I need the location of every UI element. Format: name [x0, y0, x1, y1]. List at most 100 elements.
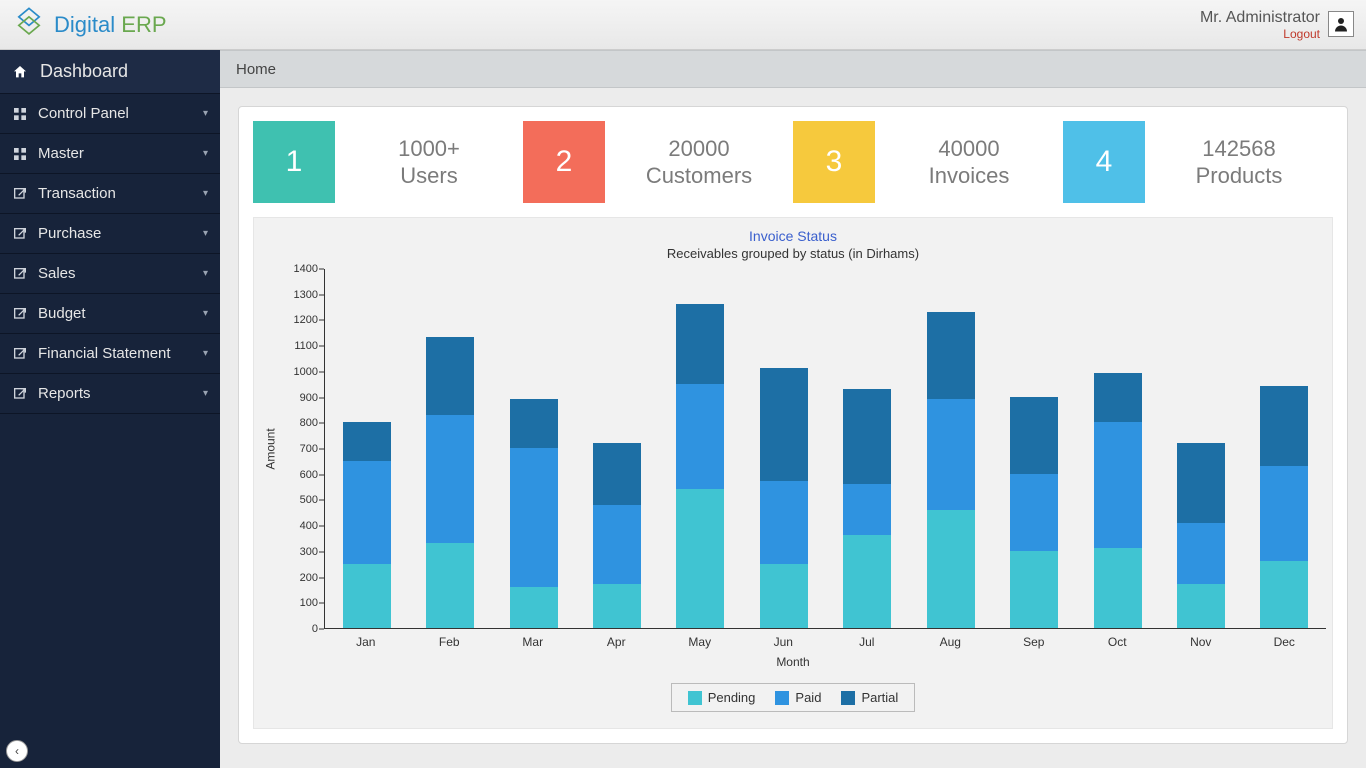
xtick: Nov: [1159, 629, 1243, 649]
bar-segment-partial: [760, 368, 808, 481]
ytick: 300: [300, 546, 318, 558]
ytick: 0: [312, 623, 318, 635]
bar-sep[interactable]: [992, 269, 1075, 628]
bar-apr[interactable]: [575, 269, 658, 628]
bar-aug[interactable]: [909, 269, 992, 628]
main: Home 11000+Users220000Customers340000Inv…: [220, 50, 1366, 768]
sidebar-item-label: Sales: [38, 265, 76, 282]
sidebar-item-label: Reports: [38, 385, 91, 402]
bar-feb[interactable]: [408, 269, 491, 628]
legend-partial[interactable]: Partial: [841, 690, 898, 705]
external-link-icon: [12, 186, 28, 202]
stat-text: 40000Invoices: [875, 135, 1063, 190]
sidebar-item-label: Control Panel: [38, 105, 129, 122]
chart-xlabel: Month: [260, 655, 1326, 669]
legend-pending[interactable]: Pending: [688, 690, 756, 705]
xtick: Jun: [742, 629, 826, 649]
ytick: 800: [300, 417, 318, 429]
bar-segment-pending: [1177, 584, 1225, 628]
grid-icon: [12, 106, 28, 122]
chart-legend: Pending Paid Partial: [671, 683, 916, 712]
user-area: Mr. Administrator Logout: [1200, 8, 1354, 42]
sidebar-item-purchase[interactable]: Purchase ▾: [0, 214, 220, 254]
avatar[interactable]: [1328, 11, 1354, 37]
stat-number-box: 1: [253, 121, 335, 203]
xtick: Oct: [1076, 629, 1160, 649]
collapse-sidebar-button[interactable]: ‹: [6, 740, 28, 762]
stat-card-customers[interactable]: 220000Customers: [523, 121, 793, 203]
bar-jan[interactable]: [325, 269, 408, 628]
external-link-icon: [12, 266, 28, 282]
sidebar: Dashboard Control Panel ▾ Master ▾ Transacti…: [0, 50, 220, 768]
xtick: Jul: [825, 629, 909, 649]
sidebar-item-sales[interactable]: Sales▾: [0, 254, 220, 294]
ytick: 1100: [294, 340, 318, 352]
chevron-down-icon: ▾: [203, 388, 208, 399]
bar-segment-paid: [1260, 466, 1308, 561]
ytick: 900: [300, 392, 318, 404]
bar-segment-paid: [676, 384, 724, 489]
stat-text: 20000Customers: [605, 135, 793, 190]
bar-segment-paid: [593, 505, 641, 585]
stat-card-users[interactable]: 11000+Users: [253, 121, 523, 203]
chart-plot: [324, 269, 1326, 629]
sidebar-item-label: Master: [38, 145, 84, 162]
bar-segment-pending: [1260, 561, 1308, 628]
brand[interactable]: Digital ERP: [12, 5, 167, 44]
bar-segment-paid: [1010, 474, 1058, 551]
ytick: 400: [300, 520, 318, 532]
bar-segment-pending: [426, 543, 474, 628]
bar-segment-paid: [927, 399, 975, 510]
chevron-down-icon: ▾: [203, 228, 208, 239]
chevron-down-icon: ▾: [203, 148, 208, 159]
sidebar-item-label: Financial Statement: [38, 345, 171, 362]
grid-icon: [12, 146, 28, 162]
ytick: 1000: [294, 366, 318, 378]
bar-mar[interactable]: [492, 269, 575, 628]
bar-segment-partial: [1260, 386, 1308, 466]
sidebar-item-budget[interactable]: Budget▾: [0, 294, 220, 334]
ytick: 600: [300, 469, 318, 481]
stat-number-box: 2: [523, 121, 605, 203]
logout-link[interactable]: Logout: [1283, 27, 1320, 41]
sidebar-item-reports[interactable]: Reports ▾: [0, 374, 220, 414]
bar-jun[interactable]: [742, 269, 825, 628]
stat-card-invoices[interactable]: 340000Invoices: [793, 121, 1063, 203]
bar-segment-paid: [760, 481, 808, 563]
chart-yaxis: 0100200300400500600700800900100011001200…: [282, 269, 324, 629]
ytick: 100: [300, 597, 318, 609]
ytick: 200: [300, 572, 318, 584]
chevron-down-icon: ▾: [203, 308, 208, 319]
chevron-down-icon: ▾: [203, 348, 208, 359]
sidebar-item-control-panel[interactable]: Control Panel ▾: [0, 94, 220, 134]
bar-dec[interactable]: [1243, 269, 1326, 628]
bar-jul[interactable]: [826, 269, 909, 628]
bar-oct[interactable]: [1076, 269, 1159, 628]
stat-card-products[interactable]: 4142568Products: [1063, 121, 1333, 203]
chevron-down-icon: ▾: [203, 108, 208, 119]
bar-may[interactable]: [659, 269, 742, 628]
legend-paid[interactable]: Paid: [775, 690, 821, 705]
sidebar-item-master[interactable]: Master ▾: [0, 134, 220, 174]
bar-nov[interactable]: [1159, 269, 1242, 628]
sidebar-item-label: Transaction: [38, 185, 116, 202]
xtick: Sep: [992, 629, 1076, 649]
bar-segment-partial: [593, 443, 641, 505]
xtick: Dec: [1243, 629, 1327, 649]
bar-segment-partial: [1094, 373, 1142, 422]
ytick: 500: [300, 494, 318, 506]
xtick: May: [658, 629, 742, 649]
sidebar-item-financial-statement[interactable]: Financial Statement ▾: [0, 334, 220, 374]
bar-segment-pending: [760, 564, 808, 628]
xtick: Jan: [324, 629, 408, 649]
breadcrumb[interactable]: Home: [220, 50, 1366, 88]
sidebar-dashboard[interactable]: Dashboard: [0, 50, 220, 94]
chart-xaxis: JanFebMarAprMayJunJulAugSepOctNovDec: [324, 629, 1326, 649]
sidebar-item-label: Purchase: [38, 225, 101, 242]
bar-segment-pending: [593, 584, 641, 628]
bar-segment-paid: [510, 448, 558, 587]
xtick: Mar: [491, 629, 575, 649]
sidebar-item-transaction[interactable]: Transaction▾: [0, 174, 220, 214]
chart-title: Invoice Status: [260, 228, 1326, 244]
xtick: Apr: [575, 629, 659, 649]
